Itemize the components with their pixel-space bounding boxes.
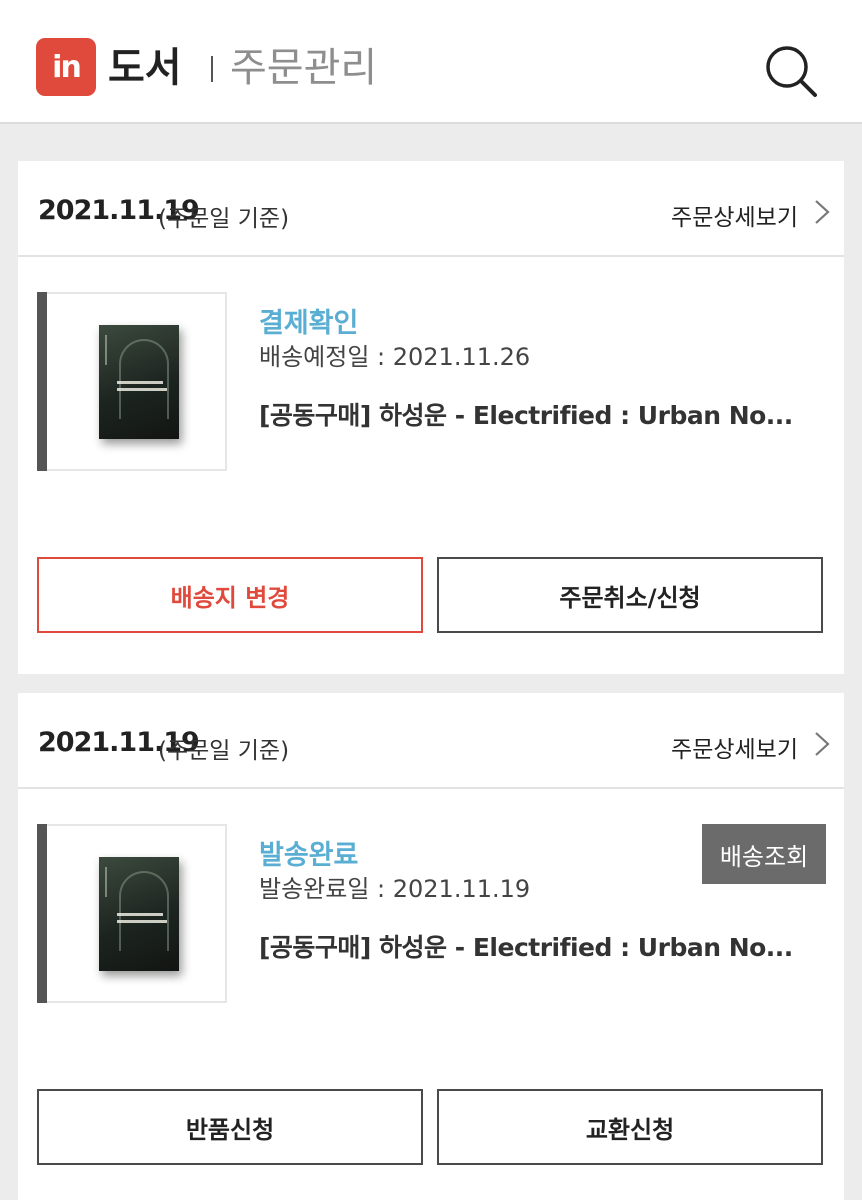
order-card: 2021.11.19 (주문일 기준) 주문상세보기 결제확인 배송예정일 : …: [18, 161, 844, 674]
order-detail-link[interactable]: 주문상세보기: [671, 198, 798, 232]
brand-title: 도서: [108, 45, 182, 91]
product-thumbnail[interactable]: [37, 824, 227, 1003]
exchange-request-button[interactable]: 교환신청: [437, 1089, 823, 1165]
product-thumbnail[interactable]: [37, 292, 227, 471]
page-title: 주문관리: [230, 45, 378, 91]
expected-delivery-date: 배송예정일 : 2021.11.26: [259, 343, 531, 371]
album-cover-image: [99, 325, 179, 439]
album-cover-image: [99, 857, 179, 971]
cancel-order-button[interactable]: 주문취소/신청: [437, 557, 823, 633]
track-delivery-button[interactable]: 배송조회: [702, 824, 826, 884]
return-request-button[interactable]: 반품신청: [37, 1089, 423, 1165]
chevron-right-icon[interactable]: [814, 199, 830, 225]
product-title[interactable]: [공동구매] 하성운 - Electrified : Urban No...: [259, 928, 793, 964]
chevron-right-icon[interactable]: [814, 731, 830, 757]
order-status: 발송완료: [259, 840, 359, 871]
change-address-button[interactable]: 배송지 변경: [37, 557, 423, 633]
order-date-note: (주문일 기준): [158, 738, 290, 764]
order-card: 2021.11.19 (주문일 기준) 주문상세보기 발송완료 발송완료일 : …: [18, 693, 844, 1200]
search-icon[interactable]: [762, 42, 818, 98]
order-detail-link[interactable]: 주문상세보기: [671, 730, 798, 764]
header-divider: [211, 56, 213, 82]
logo[interactable]: in: [36, 38, 96, 96]
order-date-note: (주문일 기준): [158, 206, 290, 232]
product-title[interactable]: [공동구매] 하성운 - Electrified : Urban No...: [259, 396, 793, 432]
shipped-date: 발송완료일 : 2021.11.19: [259, 875, 531, 903]
order-status: 결제확인: [259, 308, 359, 339]
order-card-header: 2021.11.19 (주문일 기준) 주문상세보기: [18, 693, 844, 789]
app-header: in 도서 주문관리: [0, 0, 862, 124]
order-card-header: 2021.11.19 (주문일 기준) 주문상세보기: [18, 161, 844, 257]
thumbnail-accent-bar: [37, 292, 47, 471]
thumbnail-accent-bar: [37, 824, 47, 1003]
